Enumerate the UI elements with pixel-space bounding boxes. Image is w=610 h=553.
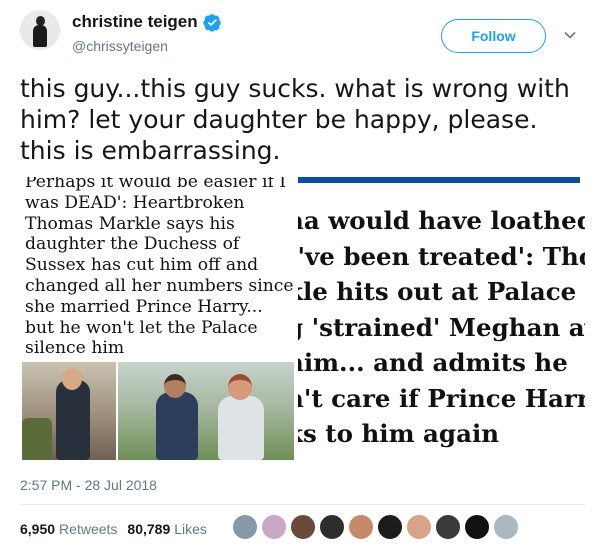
headline-line: kle hits out at Palace fo — [298, 277, 585, 306]
retweets-count[interactable]: 6,950 — [20, 521, 55, 537]
article-header-bar — [298, 177, 580, 183]
user-handle[interactable]: @chrissyteigen — [72, 38, 168, 54]
user-name-row[interactable]: christine teigen — [72, 12, 222, 32]
photo-woman-head — [164, 374, 186, 398]
likers-avatars — [232, 514, 522, 542]
headline-line: him... and admits he — [298, 348, 568, 377]
likes-label[interactable]: Likes — [174, 521, 207, 537]
liker-avatar[interactable] — [377, 514, 403, 540]
photo-figure — [56, 380, 90, 460]
avatar-figure-body — [33, 25, 47, 47]
tweet-media-image[interactable]: Perhaps it would be easier if I was DEAD… — [20, 177, 585, 463]
article-headline-left: Perhaps it would be easier if I was DEAD… — [25, 177, 294, 359]
headline-line: n't care if Prince Harry — [298, 383, 585, 413]
follow-button[interactable]: Follow — [441, 19, 546, 53]
liker-avatar[interactable] — [464, 514, 490, 540]
article-screenshot-left: Perhaps it would be easier if I was DEAD… — [20, 177, 296, 463]
headline-line: na would have loathed t — [298, 206, 585, 235]
liker-avatar[interactable] — [261, 514, 287, 540]
likes-count[interactable]: 80,789 — [127, 521, 170, 537]
chevron-down-icon[interactable] — [563, 28, 577, 42]
liker-avatar[interactable] — [493, 514, 519, 540]
avatar[interactable] — [20, 10, 60, 50]
headline-line: I've been treated': Thor — [298, 241, 585, 271]
tweet-text: this guy...this guy sucks. what is wrong… — [20, 74, 570, 165]
article-photo-thomas-markle — [22, 362, 116, 460]
headline-line: ks to him again — [298, 419, 500, 448]
verified-badge-icon — [202, 13, 221, 32]
photo-woman-figure — [156, 392, 198, 460]
photo-bush — [22, 418, 52, 460]
divider — [20, 504, 585, 505]
liker-avatar[interactable] — [319, 514, 345, 540]
liker-avatar[interactable] — [406, 514, 432, 540]
liker-avatar[interactable] — [232, 514, 258, 540]
headline-line: g 'strained' Meghan av — [298, 312, 585, 342]
photo-man-figure — [218, 396, 264, 460]
photo-face — [62, 368, 82, 390]
article-headline-right: na would have loathed t I've been treate… — [298, 203, 585, 452]
retweets-label[interactable]: Retweets — [59, 521, 117, 537]
article-photo-couple — [118, 362, 294, 460]
article-screenshot-right: na would have loathed t I've been treate… — [298, 177, 585, 463]
display-name[interactable]: christine teigen — [72, 12, 198, 32]
tweet-stats: 6,950 Retweets 80,789 Likes — [20, 521, 217, 537]
liker-avatar[interactable] — [348, 514, 374, 540]
photo-man-head — [228, 374, 252, 400]
tweet-timestamp[interactable]: 2:57 PM - 28 Jul 2018 — [20, 477, 157, 493]
liker-avatar[interactable] — [435, 514, 461, 540]
liker-avatar[interactable] — [290, 514, 316, 540]
